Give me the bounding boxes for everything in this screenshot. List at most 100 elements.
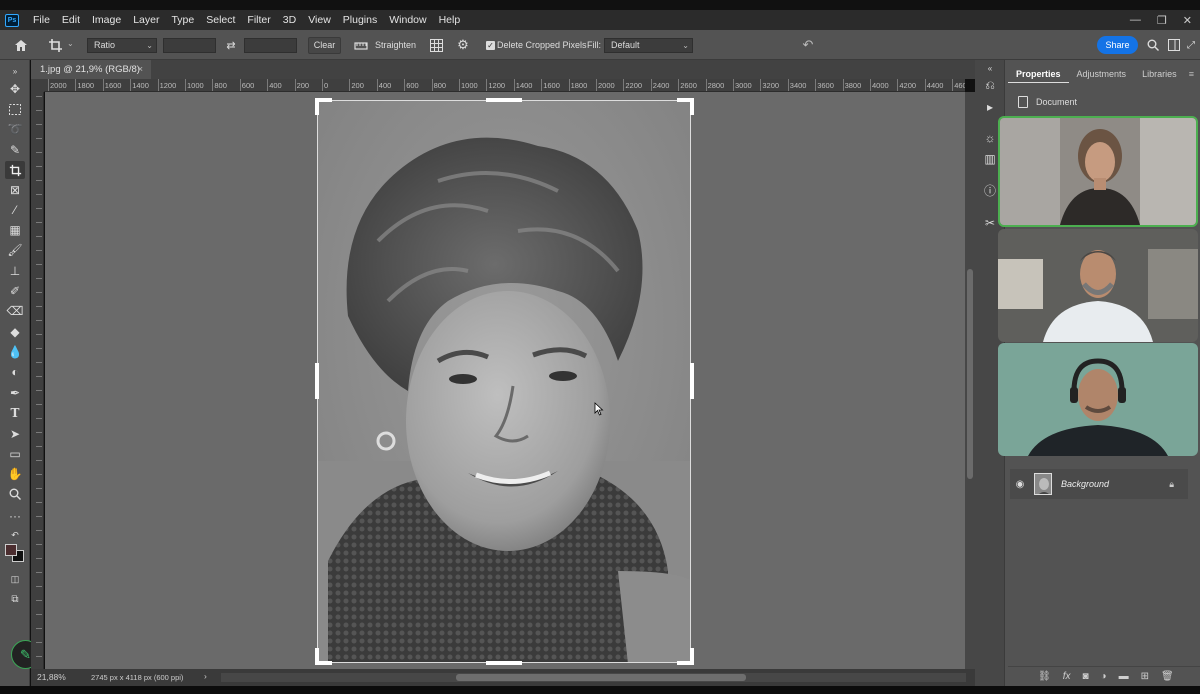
tools-icon[interactable]: ✂ [983, 216, 997, 230]
zoom-level[interactable]: 21,88% [37, 672, 66, 682]
quick-selection-tool-icon[interactable]: ✎ [5, 141, 25, 159]
hand-tool-icon[interactable]: ✋ [5, 465, 25, 483]
brightness-icon[interactable]: ☼ [983, 131, 997, 145]
menu-type[interactable]: Type [165, 10, 200, 30]
reset-icon[interactable]: ↶ [800, 37, 816, 53]
paint-bucket-tool-icon[interactable]: ◆ [5, 323, 25, 341]
rectangle-tool-icon[interactable]: ▭ [5, 445, 25, 463]
workspace-icon[interactable] [1167, 38, 1181, 52]
crop-handle-bottom[interactable] [486, 661, 522, 665]
layer-name[interactable]: Background [1061, 479, 1109, 489]
video-tile-participant-1[interactable] [998, 116, 1198, 227]
frame-tool-icon[interactable]: ⊠ [5, 181, 25, 199]
swap-icon[interactable]: ⇄ [224, 38, 238, 52]
new-group-icon[interactable]: ▬ [1119, 671, 1129, 682]
menu-view[interactable]: View [302, 10, 337, 30]
eraser-tool-icon[interactable]: ⌫ [5, 302, 25, 320]
search-icon[interactable] [1146, 38, 1160, 52]
link-layers-icon[interactable]: ⛓ [1038, 671, 1051, 682]
menu-plugins[interactable]: Plugins [337, 10, 383, 30]
move-tool-icon[interactable]: ✥ [5, 80, 25, 98]
restore-icon[interactable]: ❐ [1157, 14, 1167, 27]
menu-3d[interactable]: 3D [277, 10, 302, 30]
ruler-origin[interactable] [31, 79, 44, 92]
type-tool-icon[interactable]: T [5, 404, 25, 422]
menu-file[interactable]: File [27, 10, 56, 30]
menu-window[interactable]: Window [383, 10, 432, 30]
horizontal-ruler[interactable]: 2000 1800 1600 1400 1200 1000 800 600 400 200 0 200… [44, 79, 965, 92]
vertical-scrollbar[interactable] [965, 92, 975, 669]
lock-icon[interactable]: 🔒︎ [1169, 479, 1174, 490]
crop-tool-preset-icon[interactable] [46, 36, 64, 54]
eye-icon[interactable]: ◉ [1010, 479, 1030, 490]
vertical-scroll-thumb[interactable] [967, 269, 973, 479]
crop-handle-bottom-left-vertical[interactable] [315, 648, 319, 665]
tab-adjustments[interactable]: Adjustments [1069, 66, 1135, 83]
grid-overlay-icon[interactable] [428, 37, 444, 53]
layer-row[interactable]: ◉ Background 🔒︎ [1010, 469, 1188, 499]
menu-image[interactable]: Image [86, 10, 127, 30]
trash-icon[interactable]: 🗑︎ [1161, 671, 1174, 682]
tab-libraries[interactable]: Libraries [1134, 66, 1185, 83]
ratio-width-input[interactable] [163, 38, 216, 53]
video-tile-participant-3[interactable] [998, 343, 1198, 456]
horizontal-scrollbar[interactable] [221, 673, 966, 682]
chevron-down-icon[interactable]: ⌄ [67, 39, 74, 48]
menu-edit[interactable]: Edit [56, 10, 86, 30]
swap-colors-icon[interactable]: ↶ [5, 526, 25, 544]
crop-handle-top-right-vertical[interactable] [690, 98, 694, 115]
pen-tool-icon[interactable]: ✒ [5, 384, 25, 402]
screen-mode-icon[interactable]: ⧉ [5, 590, 25, 608]
straighten-icon[interactable] [353, 38, 369, 52]
zoom-tool-icon[interactable] [5, 485, 25, 503]
gear-icon[interactable]: ⚙ [455, 37, 471, 53]
marquee-tool-icon[interactable] [5, 100, 25, 118]
ratio-select[interactable]: Ratio ⌄ [87, 38, 157, 53]
foreground-color-swatch[interactable] [5, 544, 17, 556]
eyedropper-tool-icon[interactable]: ⁄ [5, 201, 25, 219]
tab-properties[interactable]: Properties [1008, 66, 1069, 83]
chevron-right-icon[interactable]: › [204, 671, 207, 681]
lasso-tool-icon[interactable]: ➰ [5, 120, 25, 138]
expand-icon[interactable]: ⤢ [1185, 38, 1197, 52]
fx-icon[interactable]: fx [1063, 671, 1071, 682]
menu-filter[interactable]: Filter [241, 10, 276, 30]
panel-menu-icon[interactable]: ≡ [1189, 69, 1194, 79]
crop-handle-bottom-right-vertical[interactable] [690, 648, 694, 665]
brush-tool-icon[interactable]: 🖌 [5, 241, 25, 259]
collapse-panels-icon[interactable]: « [983, 62, 997, 76]
share-button[interactable]: Share [1097, 36, 1138, 54]
straighten-label[interactable]: Straighten [375, 39, 416, 51]
path-selection-tool-icon[interactable]: ➤ [5, 425, 25, 443]
home-icon[interactable] [12, 36, 30, 54]
document-image[interactable] [317, 100, 691, 663]
ratio-height-input[interactable] [244, 38, 297, 53]
new-layer-icon[interactable]: ⊞ [1141, 671, 1149, 682]
crop-handle-left[interactable] [315, 363, 319, 399]
blur-tool-icon[interactable]: 💧 [5, 343, 25, 361]
spot-healing-tool-icon[interactable]: ▦ [5, 221, 25, 239]
adjustment-layer-icon[interactable]: ◑ [1101, 671, 1107, 682]
fill-select[interactable]: Default ⌄ [604, 38, 693, 53]
close-icon[interactable]: ✕ [1183, 14, 1192, 27]
dodge-tool-icon[interactable]: ◐ [5, 363, 25, 381]
actions-icon[interactable]: ▸ [983, 100, 997, 114]
video-tile-participant-2[interactable] [998, 229, 1198, 342]
histogram-icon[interactable]: ▥ [983, 152, 997, 166]
minimize-icon[interactable]: — [1130, 14, 1141, 26]
horizontal-scroll-thumb[interactable] [456, 674, 746, 681]
document-tab[interactable]: 1.jpg @ 21,9% (RGB/8) × [31, 60, 151, 79]
delete-cropped-checkbox[interactable]: ✓ [486, 41, 495, 50]
add-mask-icon[interactable]: ◙ [1082, 671, 1088, 682]
history-brush-tool-icon[interactable]: ✐ [5, 282, 25, 300]
close-tab-icon[interactable]: × [137, 60, 143, 79]
crop-handle-right[interactable] [690, 363, 694, 399]
menu-layer[interactable]: Layer [127, 10, 165, 30]
collapse-toolbar-icon[interactable]: » [5, 62, 25, 80]
clone-stamp-tool-icon[interactable]: ⊥ [5, 262, 25, 280]
crop-handle-top[interactable] [486, 98, 522, 102]
quick-mask-icon[interactable]: ◫ [5, 570, 25, 588]
info-icon[interactable]: ⓘ [983, 184, 997, 198]
menu-select[interactable]: Select [200, 10, 241, 30]
more-tools-icon[interactable]: ··· [5, 507, 25, 525]
